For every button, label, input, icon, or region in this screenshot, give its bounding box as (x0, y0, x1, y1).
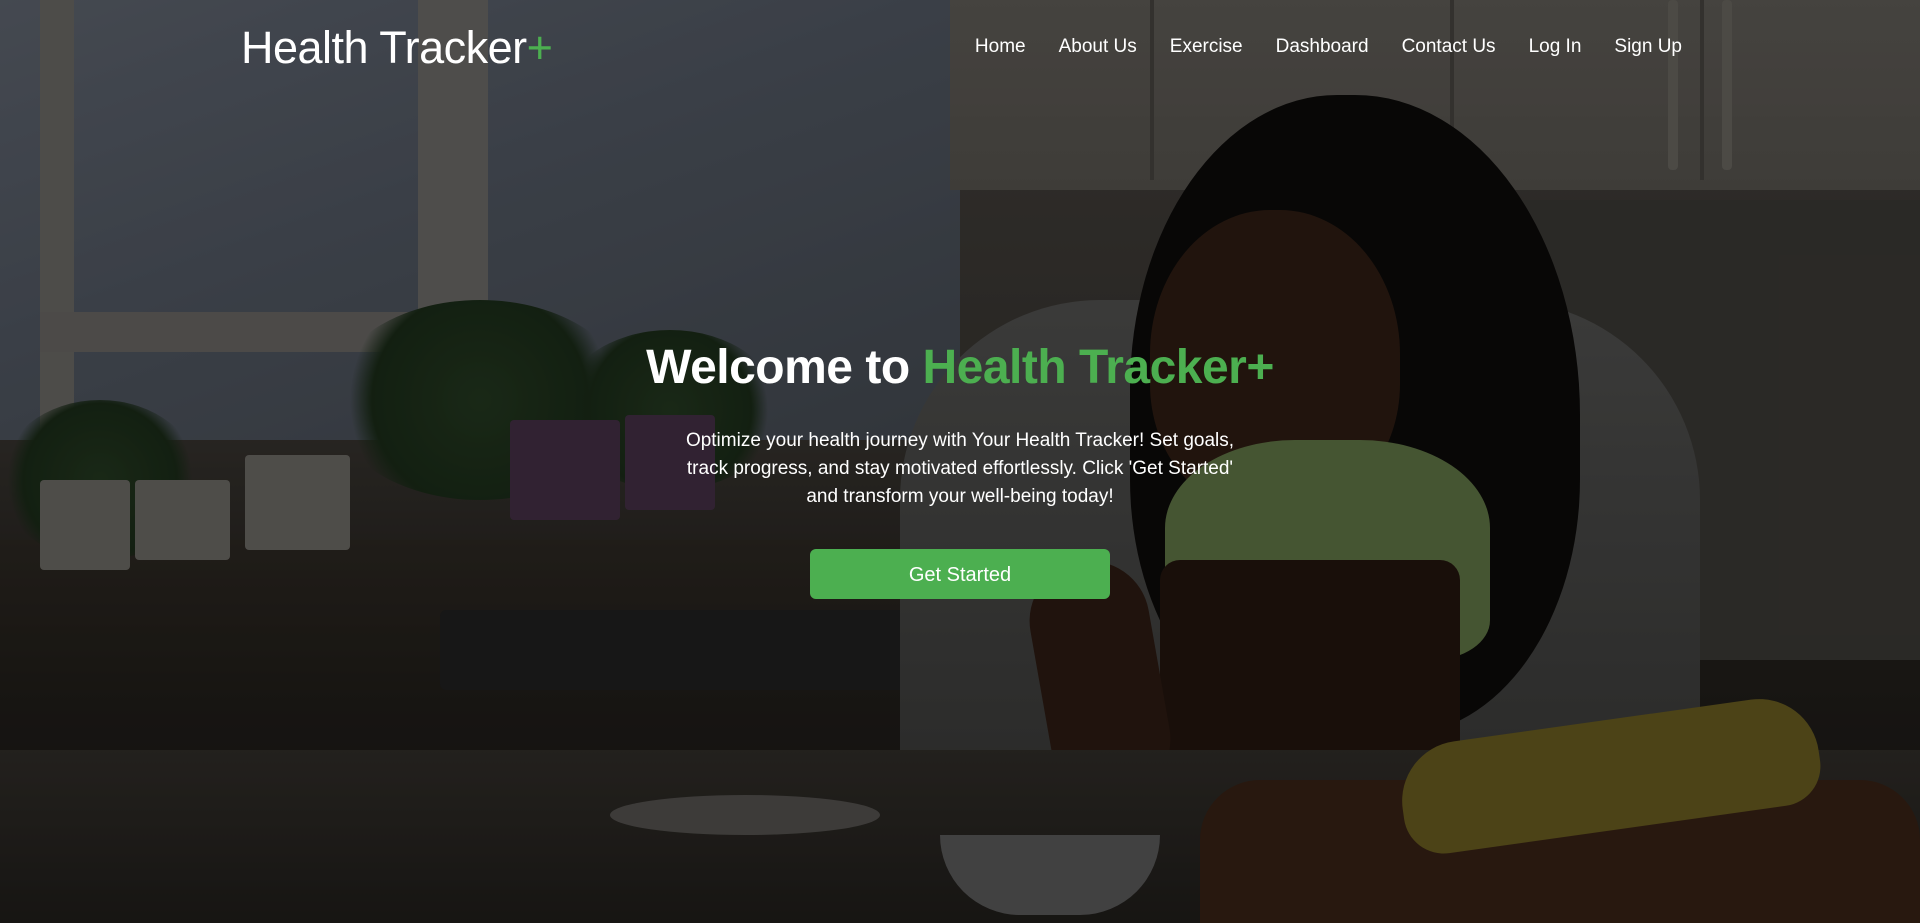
hero-section: Health Tracker+ Home About Us Exercise D… (0, 0, 1920, 923)
nav-about-us[interactable]: About Us (1059, 36, 1137, 58)
nav-contact-us[interactable]: Contact Us (1402, 36, 1496, 58)
nav-dashboard[interactable]: Dashboard (1276, 36, 1369, 58)
site-logo[interactable]: Health Tracker+ (241, 22, 553, 74)
hero-title-accent: Health Tracker+ (922, 341, 1274, 394)
nav-log-in[interactable]: Log In (1529, 36, 1582, 58)
hero-title-prefix: Welcome to (646, 341, 910, 394)
main-nav: Home About Us Exercise Dashboard Contact… (942, 36, 1682, 58)
site-header: Health Tracker+ Home About Us Exercise D… (0, 0, 1920, 100)
logo-plus: + (526, 22, 553, 73)
nav-sign-up[interactable]: Sign Up (1614, 36, 1682, 58)
get-started-button[interactable]: Get Started (810, 549, 1110, 599)
nav-exercise[interactable]: Exercise (1170, 36, 1243, 58)
hero-description: Optimize your health journey with Your H… (685, 430, 1235, 507)
logo-text: Health Tracker (241, 22, 527, 73)
hero-title: Welcome to Health Tracker+ (0, 340, 1920, 395)
nav-home[interactable]: Home (975, 36, 1026, 58)
hero-content: Welcome to Health Tracker+ Optimize your… (0, 340, 1920, 599)
